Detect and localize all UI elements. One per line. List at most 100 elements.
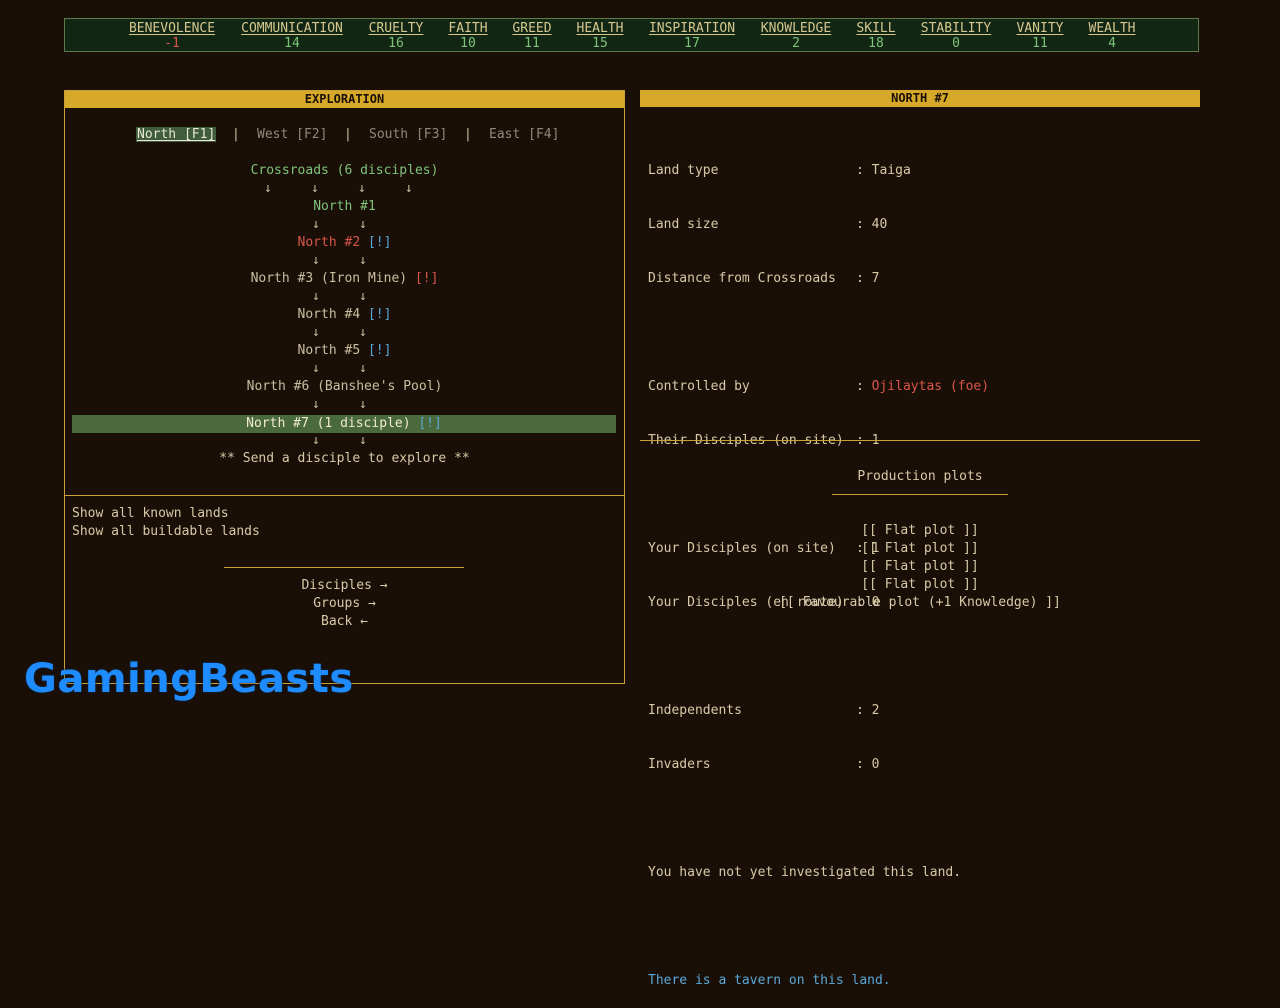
gamingbeasts-watermark: GamingBeasts (24, 656, 354, 702)
disciples-link[interactable]: Disciples → (65, 577, 624, 595)
nav-divider (224, 567, 464, 568)
stat-greed[interactable]: GREED 11 (512, 19, 551, 51)
stat-knowledge[interactable]: KNOWLEDGE 2 (761, 19, 831, 51)
stat-health[interactable]: HEALTH 15 (577, 19, 624, 51)
stat-name: FAITH (448, 21, 488, 36)
stat-value: 17 (684, 36, 700, 51)
down-arrow-icon: ↓ (264, 181, 272, 196)
down-arrow-icon: ↓ (358, 217, 367, 232)
alert-flag: [!] (414, 271, 439, 286)
detail-row-invaders: Invaders: 0 (648, 756, 989, 774)
arrow-row: ↓ ↓ ↓ ↓ (264, 181, 413, 196)
detail-key: Land size (648, 217, 719, 232)
plot-flat-3[interactable]: [[ Flat plot ]] (640, 558, 1200, 576)
plot-flat-1[interactable]: [[ Flat plot ]] (640, 522, 1200, 540)
stat-value: 14 (284, 36, 300, 51)
alert-flag: [!] (367, 235, 392, 250)
plot-flat-2[interactable]: [[ Flat plot ]] (640, 540, 1200, 558)
groups-link[interactable]: Groups → (65, 595, 624, 613)
stat-inspiration[interactable]: INSPIRATION 17 (649, 19, 735, 51)
detail-value: 2 (871, 703, 880, 718)
send-disciple-link[interactable]: ** Send a disciple to explore ** (65, 451, 624, 466)
production-plots: [[ Flat plot ]] [[ Flat plot ]] [[ Flat … (640, 522, 1200, 612)
stat-stability[interactable]: STABILITY 0 (921, 19, 991, 51)
stat-name: WEALTH (1088, 21, 1136, 36)
arrow-row: ↓ ↓ (312, 289, 367, 304)
node-north-5[interactable]: North #5 [!] (65, 343, 624, 358)
tavern-note[interactable]: There is a tavern on this land. (648, 972, 989, 990)
alert-flag: [!] (418, 416, 442, 431)
detail-sep: : (856, 379, 864, 394)
stat-value: 4 (1108, 36, 1116, 51)
node-north-3[interactable]: North #3 (Iron Mine) [!] (65, 271, 624, 286)
tab-separator: | (344, 127, 352, 142)
arrow-row: ↓ ↓ (312, 217, 367, 232)
detail-divider (640, 440, 1200, 441)
show-buildable-lands-link[interactable]: Show all buildable lands (72, 523, 260, 541)
detail-key: Controlled by (648, 379, 750, 394)
down-arrow-icon: ↓ (312, 397, 320, 412)
detail-sep: : (856, 163, 864, 178)
detail-sep: : (856, 217, 864, 232)
alert-flag: [!] (367, 343, 392, 358)
node-north-4[interactable]: North #4 [!] (65, 307, 624, 322)
show-known-lands-link[interactable]: Show all known lands (72, 505, 260, 523)
node-north-2[interactable]: North #2 [!] (65, 235, 624, 250)
crossroads-node[interactable]: Crossroads (6 disciples) (65, 163, 624, 178)
arrow-row: ↓ ↓ (312, 433, 367, 448)
down-arrow-icon: ↓ (358, 325, 367, 340)
detail-row-distance: Distance from Crossroads: 7 (648, 270, 989, 288)
plot-flat-4[interactable]: [[ Flat plot ]] (640, 576, 1200, 594)
panel-divider (65, 495, 624, 496)
investigation-note: You have not yet investigated this land. (648, 865, 962, 880)
down-arrow-icon: ↓ (357, 181, 366, 196)
stat-value: 11 (1032, 36, 1048, 51)
detail-row-land-size: Land size: 40 (648, 216, 989, 234)
stat-faith[interactable]: FAITH 10 (448, 19, 487, 51)
stat-name: BENEVOLENCE (128, 21, 216, 36)
stat-benevolence[interactable]: BENEVOLENCE -1 (129, 19, 215, 51)
detail-key: Distance from Crossroads (648, 271, 836, 286)
stat-communication[interactable]: COMMUNICATION 14 (241, 19, 343, 51)
down-arrow-icon: ↓ (312, 361, 320, 376)
production-underline (832, 494, 1008, 495)
stat-cruelty[interactable]: CRUELTY 16 (369, 19, 424, 51)
stat-name: VANITY (1016, 21, 1064, 36)
detail-key: Independents (648, 703, 742, 718)
stat-value: -1 (164, 36, 180, 51)
detail-row-land-type: Land type: Taiga (648, 162, 989, 180)
down-arrow-icon: ↓ (358, 361, 367, 376)
node-label: North #6 (Banshee's Pool) (246, 379, 443, 394)
plot-favourable[interactable]: [[ Favourable plot (+1 Knowledge) ]] (640, 594, 1200, 612)
tab-south[interactable]: South [F3] (368, 127, 448, 142)
detail-value: 7 (871, 271, 880, 286)
node-label: North #1 (313, 199, 376, 214)
alert-flag: [!] (367, 307, 392, 322)
stat-wealth[interactable]: WEALTH 4 (1089, 19, 1136, 51)
node-label: North #4 (297, 307, 361, 322)
stat-skill[interactable]: SKILL 18 (856, 19, 895, 51)
stat-value: 0 (952, 36, 960, 51)
detail-sep: : (856, 271, 864, 286)
node-north-1[interactable]: North #1 (65, 199, 624, 214)
tab-east[interactable]: East [F4] (488, 127, 560, 142)
detail-sep: : (856, 703, 864, 718)
tab-west[interactable]: West [F2] (256, 127, 328, 142)
stat-name: STABILITY (920, 21, 992, 36)
stat-value: 18 (868, 36, 884, 51)
stat-vanity[interactable]: VANITY 11 (1017, 19, 1064, 51)
stat-name: INSPIRATION (648, 21, 736, 36)
down-arrow-icon: ↓ (310, 181, 319, 196)
production-title: Production plots (857, 469, 983, 484)
node-north-6[interactable]: North #6 (Banshee's Pool) (65, 379, 624, 394)
detail-value[interactable]: Ojilaytas (foe) (872, 379, 989, 394)
node-north-7-selected[interactable]: North #7 (1 disciple) [!] (72, 415, 616, 433)
stat-name: KNOWLEDGE (760, 21, 832, 36)
detail-value: 0 (871, 757, 880, 772)
detail-row-controlled-by: Controlled by: Ojilaytas (foe) (648, 378, 989, 396)
arrow-row: ↓ ↓ (312, 325, 367, 340)
detail-row-their-disciples: Their Disciples (on site): 1 (648, 432, 989, 450)
back-link[interactable]: Back ← (65, 613, 624, 631)
tab-north[interactable]: North [F1] (136, 127, 217, 142)
